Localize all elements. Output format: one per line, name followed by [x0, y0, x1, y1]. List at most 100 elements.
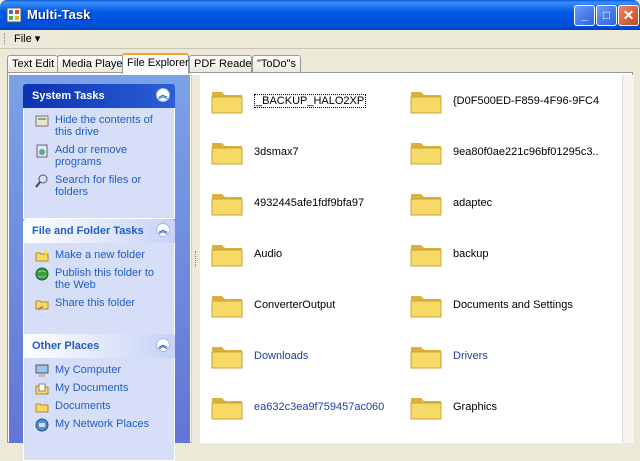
- task-label: Make a new folder: [55, 249, 145, 261]
- folder-name: Drivers: [453, 350, 488, 362]
- folder-item[interactable]: Downloads: [200, 336, 400, 376]
- network-icon: [35, 418, 49, 432]
- folder-icon: [211, 398, 243, 420]
- folder-icon: [410, 194, 442, 216]
- collapse-chevron-icon[interactable]: ︽: [156, 338, 170, 352]
- tab-pdf-reader[interactable]: PDF Reader: [189, 55, 255, 72]
- folder-icon: [410, 398, 442, 420]
- close-button[interactable]: ✕: [618, 5, 639, 26]
- file-menu[interactable]: File ▾: [14, 32, 40, 45]
- folder-item[interactable]: Documents and Settings: [399, 285, 599, 325]
- place-label: My Computer: [55, 364, 122, 376]
- tab-todos[interactable]: "ToDo"s: [252, 55, 301, 72]
- task-publish-web[interactable]: Publish this folder to the Web: [35, 267, 170, 291]
- folder-icon: [211, 347, 243, 369]
- folder-item[interactable]: _BACKUP_HALO2XP: [200, 81, 400, 121]
- folder-item[interactable]: 9ea80f0ae221c96bf01295c3...: [399, 132, 599, 172]
- folder-name: 4932445afe1fdf9bfa97: [254, 197, 365, 209]
- folder-name: {D0F500ED-F859-4F96-9FC4-...: [453, 95, 599, 107]
- share-folder-icon: [35, 300, 49, 311]
- search-icon: [35, 174, 48, 188]
- folder-icon: [410, 245, 442, 267]
- menu-bar: File ▾: [0, 30, 640, 49]
- other-places-title: Other Places: [32, 340, 100, 352]
- task-label: Add or remove programs: [55, 144, 128, 168]
- task-label: Hide the contents of this drive: [55, 114, 153, 138]
- hide-contents-icon: [35, 115, 49, 127]
- computer-icon: [35, 364, 49, 377]
- task-add-remove-programs[interactable]: Add or remove programs: [35, 144, 170, 168]
- folder-icon: [211, 245, 243, 267]
- place-documents[interactable]: Documents: [35, 400, 170, 413]
- task-label: Share this folder: [55, 297, 136, 309]
- menu-grip: [4, 33, 7, 45]
- folder-name: Graphics: [453, 401, 498, 413]
- folder-icon: [211, 296, 243, 318]
- other-places-box: Other Places ︽ My Computer My Documents …: [23, 334, 175, 461]
- window-title: Multi-Task: [27, 7, 91, 22]
- folder-item[interactable]: Graphics: [399, 387, 599, 427]
- place-label: My Network Places: [55, 418, 150, 430]
- add-remove-programs-icon: [36, 144, 48, 158]
- file-list: _BACKUP_HALO2XP {D0F500ED-F859-4F96-9FC4-…: [200, 75, 622, 443]
- system-tasks-title: System Tasks: [32, 90, 105, 102]
- folder-icon: [410, 296, 442, 318]
- task-label: Search for files or folders: [55, 174, 142, 198]
- folder-name: ConverterOutput: [254, 299, 336, 311]
- tab-file-explorer[interactable]: File Explorer: [122, 53, 189, 74]
- maximize-button[interactable]: □: [596, 5, 617, 26]
- file-folder-tasks-title: File and Folder Tasks: [32, 225, 144, 237]
- folder-icon: [410, 143, 442, 165]
- folder-item[interactable]: backup: [399, 234, 599, 274]
- folder-item[interactable]: ea632c3ea9f759457ac060: [200, 387, 400, 427]
- system-tasks-header[interactable]: System Tasks ︽: [23, 84, 175, 108]
- collapse-chevron-icon[interactable]: ︽: [156, 223, 170, 237]
- folder-name: Downloads: [254, 350, 309, 362]
- folder-item[interactable]: ConverterOutput: [200, 285, 400, 325]
- file-folder-tasks-box: File and Folder Tasks ︽ Make a new folde…: [23, 219, 175, 336]
- task-search[interactable]: Search for files or folders: [35, 174, 170, 198]
- folder-item[interactable]: {D0F500ED-F859-4F96-9FC4-...: [399, 81, 599, 121]
- folder-icon: [410, 92, 442, 114]
- place-network[interactable]: My Network Places: [35, 418, 170, 432]
- globe-icon: [35, 267, 49, 281]
- folder-icon: [211, 194, 243, 216]
- system-tasks-box: System Tasks ︽ Hide the contents of this…: [23, 84, 175, 219]
- task-share-folder[interactable]: Share this folder: [35, 297, 170, 311]
- folder-icon: [211, 143, 243, 165]
- tab-text-edit[interactable]: Text Edit: [7, 55, 58, 72]
- folder-name: ea632c3ea9f759457ac060: [254, 401, 385, 413]
- task-make-folder[interactable]: Make a new folder: [35, 249, 170, 262]
- new-folder-icon: [35, 250, 49, 262]
- minimize-button[interactable]: _: [574, 5, 595, 26]
- place-my-documents[interactable]: My Documents: [35, 382, 170, 395]
- title-bar[interactable]: Multi-Task _ □ ✕: [0, 0, 640, 30]
- folder-name: Documents and Settings: [453, 299, 573, 311]
- other-places-header[interactable]: Other Places ︽: [23, 334, 175, 358]
- folder-icon: [211, 92, 243, 114]
- folder-name: _BACKUP_HALO2XP: [254, 94, 367, 108]
- place-label: My Documents: [55, 382, 129, 394]
- task-hide-contents[interactable]: Hide the contents of this drive: [35, 114, 170, 138]
- tab-media-player[interactable]: Media Player: [57, 55, 126, 72]
- vertical-scrollbar[interactable]: [622, 75, 634, 443]
- folder-name: 3dsmax7: [254, 146, 299, 158]
- folder-name: adaptec: [453, 197, 493, 209]
- documents-icon: [35, 383, 49, 395]
- place-my-computer[interactable]: My Computer: [35, 364, 170, 377]
- folder-item[interactable]: 3dsmax7: [200, 132, 400, 172]
- folder-name: 9ea80f0ae221c96bf01295c3...: [453, 146, 599, 158]
- folder-item[interactable]: adaptec: [399, 183, 599, 223]
- folder-item[interactable]: Audio: [200, 234, 400, 274]
- folder-name: backup: [453, 248, 489, 260]
- task-pane: System Tasks ︽ Hide the contents of this…: [9, 75, 190, 461]
- place-label: Documents: [55, 400, 111, 412]
- folder-name: Audio: [254, 248, 283, 260]
- folder-item[interactable]: 4932445afe1fdf9bfa97: [200, 183, 400, 223]
- folder-icon: [35, 403, 49, 413]
- file-folder-tasks-header[interactable]: File and Folder Tasks ︽: [23, 219, 175, 243]
- folder-item[interactable]: Drivers: [399, 336, 599, 376]
- collapse-chevron-icon[interactable]: ︽: [156, 88, 170, 102]
- task-label: Publish this folder to the Web: [55, 267, 155, 291]
- app-icon: [6, 7, 22, 23]
